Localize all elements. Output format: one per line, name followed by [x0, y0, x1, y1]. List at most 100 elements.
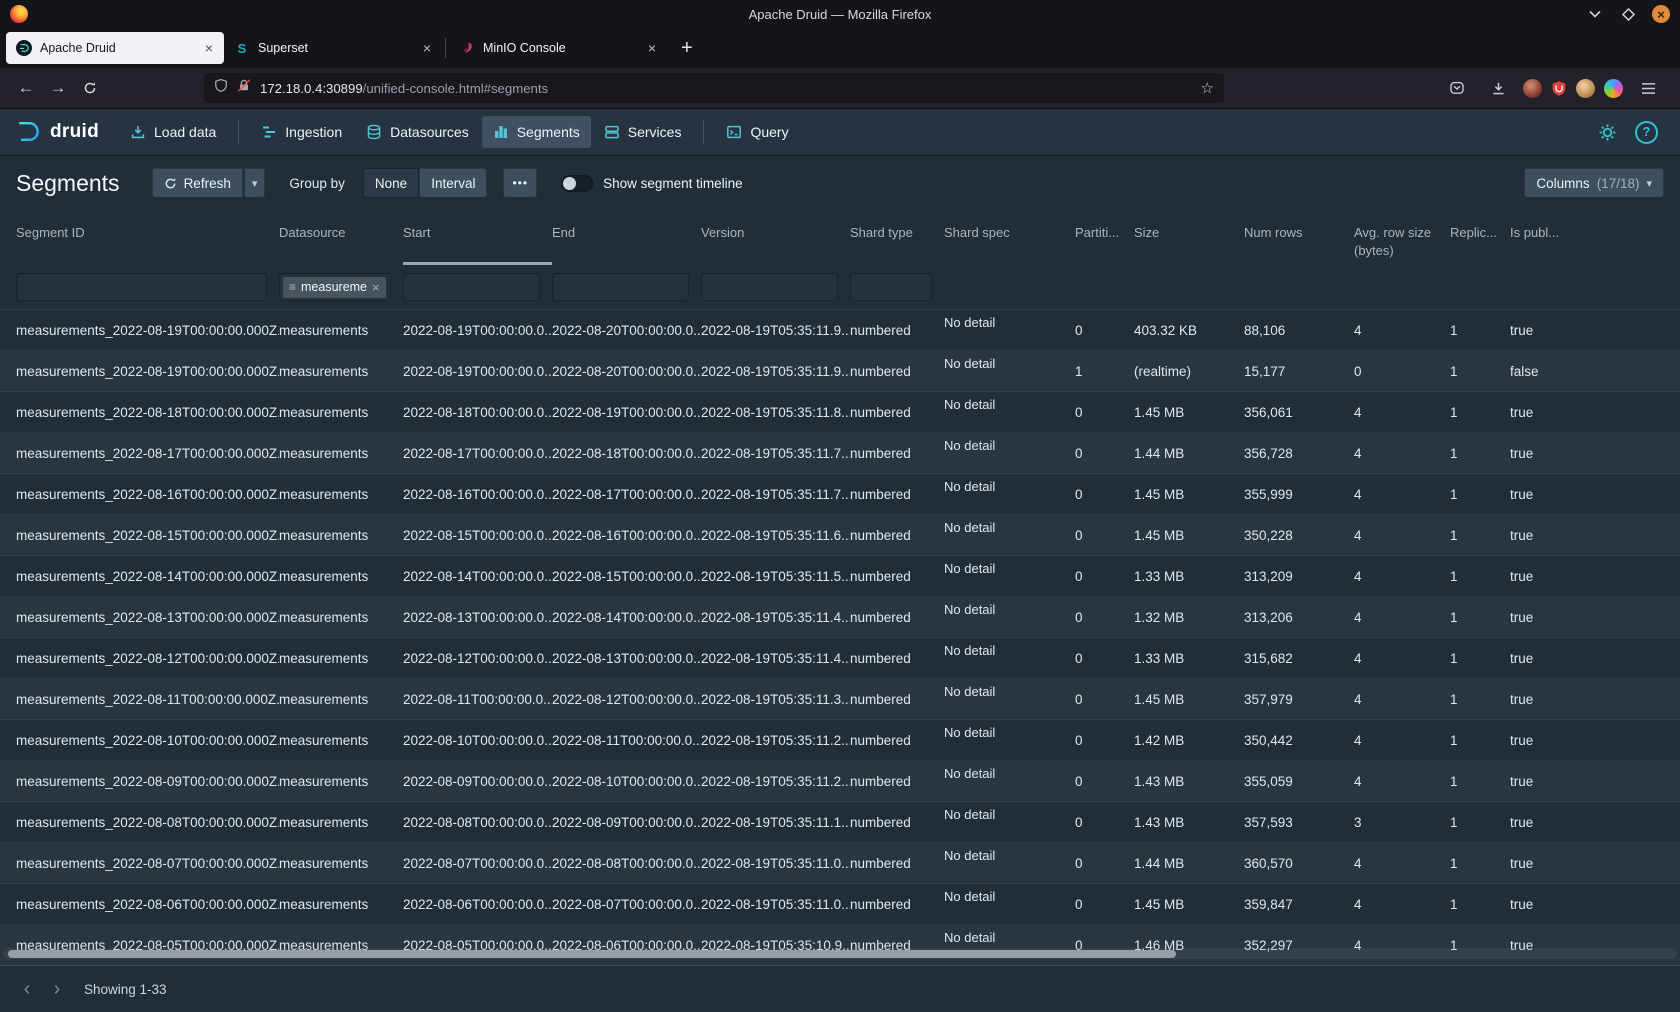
- nav-datasources[interactable]: Datasources: [355, 116, 480, 148]
- datasource-filter-chip[interactable]: ≡measureme×: [283, 277, 386, 298]
- tab-close-icon[interactable]: ×: [202, 40, 216, 56]
- tab-close-icon[interactable]: ×: [420, 40, 434, 56]
- group-by-interval-button[interactable]: Interval: [419, 168, 487, 198]
- help-icon[interactable]: ?: [1635, 121, 1658, 144]
- table-row[interactable]: measurements_2022-08-15T00:00:00.000Z...…: [0, 515, 1680, 556]
- column-header-partition[interactable]: Partiti...: [1075, 211, 1134, 265]
- table-row[interactable]: measurements_2022-08-12T00:00:00.000Z...…: [0, 638, 1680, 679]
- table-row[interactable]: measurements_2022-08-08T00:00:00.000Z...…: [0, 802, 1680, 843]
- cell-end: 2022-08-18T00:00:00.0...: [552, 446, 701, 461]
- table-row[interactable]: measurements_2022-08-14T00:00:00.000Z...…: [0, 556, 1680, 597]
- nav-ingestion[interactable]: Ingestion: [250, 116, 353, 148]
- filter-cell-datasource: ≡measureme×: [279, 273, 403, 301]
- connection-not-secure-icon[interactable]: [237, 78, 251, 98]
- cell-avg-row-size: 4: [1354, 774, 1450, 789]
- table-row[interactable]: measurements_2022-08-19T00:00:00.000Z...…: [0, 310, 1680, 351]
- cell-end: 2022-08-14T00:00:00.0...: [552, 610, 701, 625]
- cell-end: 2022-08-07T00:00:00.0...: [552, 897, 701, 912]
- tab-minio-console[interactable]: MinIO Console ×: [449, 32, 667, 64]
- column-header-size[interactable]: Size: [1134, 211, 1244, 265]
- menu-icon[interactable]: [1632, 73, 1664, 103]
- bookmark-star-icon[interactable]: ☆: [1201, 79, 1214, 97]
- url-bar[interactable]: 172.18.0.4:30899/unified-console.html#se…: [204, 73, 1224, 103]
- table-row[interactable]: measurements_2022-08-18T00:00:00.000Z...…: [0, 392, 1680, 433]
- cell-shard-type: numbered: [850, 610, 944, 625]
- column-header-end[interactable]: End: [552, 211, 701, 265]
- back-button[interactable]: ←: [10, 73, 42, 103]
- table-row[interactable]: measurements_2022-08-16T00:00:00.000Z...…: [0, 474, 1680, 515]
- refresh-dropdown-button[interactable]: ▾: [244, 168, 266, 198]
- column-header-shard-spec[interactable]: Shard spec: [944, 211, 1075, 265]
- filter-cell-version: [701, 273, 850, 301]
- column-header-shard-type[interactable]: Shard type: [850, 211, 944, 265]
- window-minimize-button[interactable]: [1586, 5, 1604, 23]
- column-header-replicas[interactable]: Replic...: [1450, 211, 1510, 265]
- cell-version: 2022-08-19T05:35:11.7...: [701, 487, 850, 502]
- forward-button[interactable]: →: [42, 73, 74, 103]
- previous-page-button[interactable]: ‹: [12, 974, 42, 1004]
- refresh-button[interactable]: Refresh: [152, 168, 243, 198]
- reload-button[interactable]: [74, 73, 106, 103]
- filter-input-version[interactable]: [701, 273, 838, 301]
- pocket-icon[interactable]: [1441, 73, 1473, 103]
- table-row[interactable]: measurements_2022-08-09T00:00:00.000Z...…: [0, 761, 1680, 802]
- filter-input-start[interactable]: [403, 273, 540, 301]
- toggle-track[interactable]: [561, 175, 593, 192]
- tracking-protection-icon[interactable]: [214, 78, 228, 98]
- table-row[interactable]: measurements_2022-08-06T00:00:00.000Z...…: [0, 884, 1680, 925]
- pagination-footer: ‹ › Showing 1-33: [0, 965, 1680, 1012]
- new-tab-button[interactable]: +: [671, 37, 703, 60]
- columns-button[interactable]: Columns (17/18) ▾: [1524, 168, 1664, 198]
- group-interval-label: Interval: [431, 176, 475, 191]
- remove-filter-icon[interactable]: ×: [372, 280, 380, 295]
- column-header-version[interactable]: Version: [701, 211, 850, 265]
- horizontal-scrollbar[interactable]: [3, 948, 1677, 959]
- next-page-button[interactable]: ›: [42, 974, 72, 1004]
- filter-input-datasource[interactable]: ≡measureme×: [279, 273, 391, 301]
- nav-query[interactable]: Query: [715, 116, 799, 148]
- tab-apache-druid[interactable]: Apache Druid ×: [6, 32, 224, 64]
- segment-timeline-switch[interactable]: Show segment timeline: [561, 175, 743, 192]
- column-header-num-rows[interactable]: Num rows: [1244, 211, 1354, 265]
- profile-avatar[interactable]: [1576, 79, 1595, 98]
- settings-gear-icon[interactable]: [1598, 123, 1617, 142]
- table-row[interactable]: measurements_2022-08-10T00:00:00.000Z...…: [0, 720, 1680, 761]
- column-header-is-published[interactable]: Is publ...: [1510, 211, 1680, 265]
- nav-services[interactable]: Services: [593, 116, 693, 148]
- table-row[interactable]: measurements_2022-08-11T00:00:00.000Z...…: [0, 679, 1680, 720]
- filter-input-end[interactable]: [552, 273, 689, 301]
- column-header-avg-row-size[interactable]: Avg. row size (bytes): [1354, 211, 1450, 265]
- more-options-button[interactable]: •••: [503, 168, 537, 198]
- extension-icon[interactable]: [1604, 79, 1623, 98]
- downloads-icon[interactable]: [1482, 73, 1514, 103]
- nav-segments[interactable]: Segments: [482, 116, 591, 148]
- column-header-datasource[interactable]: Datasource: [279, 211, 403, 265]
- nav-load-data[interactable]: Load data: [119, 116, 227, 148]
- cell-avg-row-size: 4: [1354, 323, 1450, 338]
- scrollbar-thumb[interactable]: [8, 950, 1176, 958]
- window-close-button[interactable]: ×: [1652, 5, 1670, 23]
- group-by-none-button[interactable]: None: [363, 168, 419, 198]
- services-icon: [604, 124, 620, 140]
- table-row[interactable]: measurements_2022-08-13T00:00:00.000Z...…: [0, 597, 1680, 638]
- account-avatar[interactable]: [1523, 79, 1542, 98]
- column-header-segment-id[interactable]: Segment ID: [16, 211, 279, 265]
- ublock-icon[interactable]: [1551, 80, 1567, 97]
- table-row[interactable]: measurements_2022-08-17T00:00:00.000Z...…: [0, 433, 1680, 474]
- filter-cell-start: [403, 273, 552, 301]
- table-row[interactable]: measurements_2022-08-07T00:00:00.000Z...…: [0, 843, 1680, 884]
- filter-input-shard-type[interactable]: [850, 273, 932, 301]
- tab-close-icon[interactable]: ×: [645, 40, 659, 56]
- tab-superset[interactable]: S Superset ×: [224, 32, 442, 64]
- column-header-start[interactable]: Start: [403, 211, 552, 265]
- table-row[interactable]: measurements_2022-08-05T00:00:00.000Z...…: [0, 925, 1680, 965]
- window-maximize-button[interactable]: [1619, 5, 1637, 23]
- filter-input-segment-id[interactable]: [16, 273, 267, 301]
- table-row[interactable]: measurements_2022-08-19T00:00:00.000Z...…: [0, 351, 1680, 392]
- cell-version: 2022-08-19T05:35:11.4...: [701, 610, 850, 625]
- url-path: /unified-console.html#segments: [363, 81, 548, 96]
- cell-end: 2022-08-11T00:00:00.0...: [552, 733, 701, 748]
- druid-brand[interactable]: druid: [14, 120, 99, 144]
- cell-num-rows: 88,106: [1244, 323, 1354, 338]
- cell-end: 2022-08-08T00:00:00.0...: [552, 856, 701, 871]
